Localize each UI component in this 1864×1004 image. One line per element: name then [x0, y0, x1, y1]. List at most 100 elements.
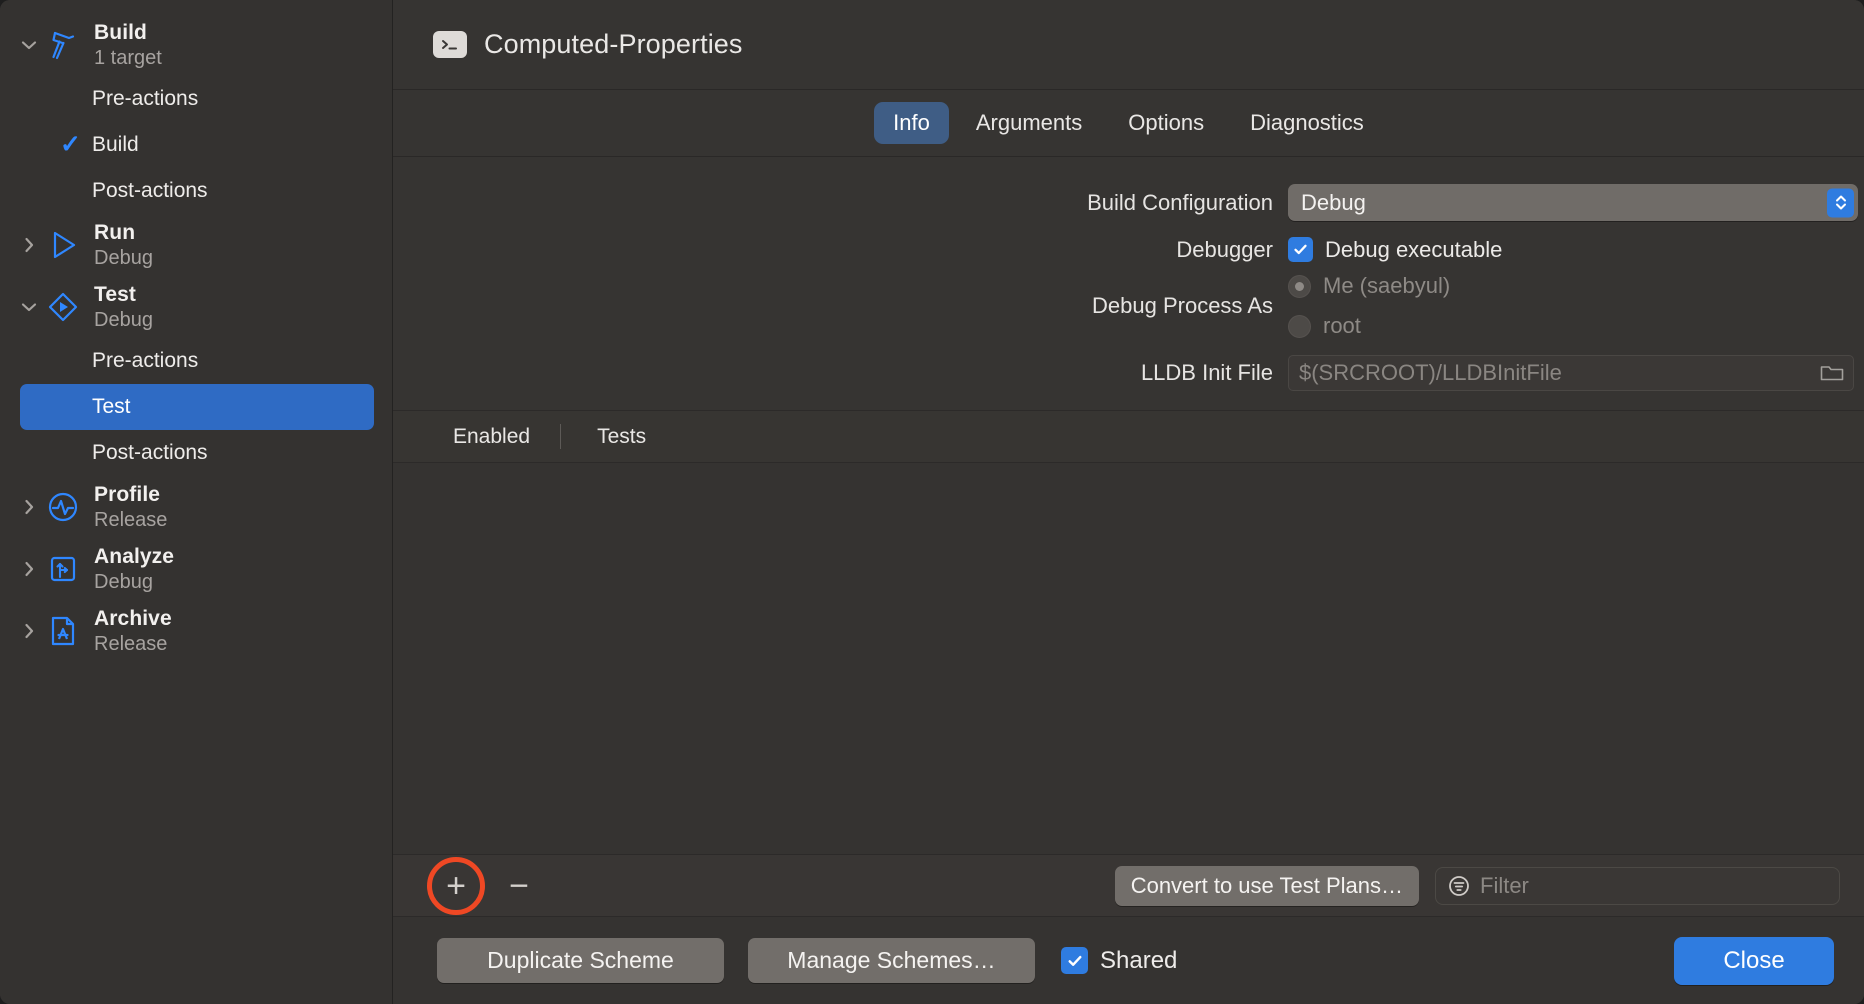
sidebar-subitem-label: Build [92, 133, 139, 156]
minus-icon: − [509, 866, 529, 905]
sidebar-subitem-label: Pre-actions [92, 87, 199, 110]
detail-tabbar: Info Arguments Options Diagnostics [393, 90, 1864, 157]
sidebar-item-build-pre-actions[interactable]: Pre-actions [20, 76, 374, 122]
debug-process-as-row: Debug Process As Me (saebyul) root [393, 273, 1864, 339]
add-test-button[interactable]: + [427, 856, 485, 915]
radio-root-indicator[interactable] [1288, 314, 1311, 338]
sidebar-item-subtitle: Release [94, 508, 168, 531]
radio-root-label: root [1323, 313, 1361, 338]
tab-arguments[interactable]: Arguments [957, 102, 1101, 143]
chevron-right-icon[interactable] [16, 494, 42, 520]
debug-executable-checkbox[interactable] [1288, 237, 1313, 262]
checkmark-icon: ✓ [60, 130, 81, 159]
sidebar-subitem-label: Test [92, 395, 131, 418]
sidebar-group-build: Build 1 target Pre-actions ✓ Build Post-… [0, 14, 392, 214]
sidebar-item-build-post-actions[interactable]: Post-actions [20, 168, 374, 214]
build-configuration-row: Build Configuration Debug [393, 179, 1864, 226]
column-header-tests[interactable]: Tests [561, 411, 646, 462]
sidebar-item-subtitle: Release [94, 632, 168, 655]
sidebar-item-profile[interactable]: Profile Release [0, 476, 392, 538]
tests-list-toolbar: + − Convert to use Test Plans… Filter [393, 854, 1864, 916]
sidebar-item-subtitle: Debug [94, 570, 153, 593]
build-configuration-select[interactable]: Debug [1288, 184, 1858, 221]
lldb-init-file-input[interactable]: $(SRCROOT)/LLDBInitFile [1288, 354, 1854, 391]
remove-test-button[interactable]: − [497, 864, 541, 908]
page-title: Computed-Properties [484, 29, 743, 59]
tests-table-header: Enabled Tests [393, 410, 1864, 463]
chevron-up-down-icon[interactable] [1827, 188, 1854, 217]
sidebar-group-profile: Profile Release [0, 476, 392, 538]
sidebar-item-text: Run Debug [94, 221, 153, 269]
scheme-editor-window: Build 1 target Pre-actions ✓ Build Post-… [0, 0, 1864, 1004]
info-form: Build Configuration Debug Debugger Debug… [393, 157, 1864, 410]
sidebar-item-title: Build [94, 21, 147, 45]
radio-dot-icon [1295, 281, 1304, 291]
filter-input[interactable]: Filter [1435, 866, 1840, 905]
sidebar-item-title: Profile [94, 483, 161, 507]
shared-checkbox[interactable] [1061, 947, 1088, 974]
sidebar-item-test[interactable]: Test Debug [0, 276, 392, 338]
sidebar-group-test: Test Debug Pre-actions Test Post-actions [0, 276, 392, 476]
chevron-right-icon[interactable] [16, 232, 42, 258]
chevron-right-icon[interactable] [16, 618, 42, 644]
play-triangle-icon [42, 224, 84, 266]
sidebar-group-archive: Archive Release [0, 600, 392, 662]
sidebar-item-title: Run [94, 221, 136, 245]
debugger-row: Debugger Debug executable [393, 226, 1864, 273]
dialog-bottom-bar: Duplicate Scheme Manage Schemes… Shared … [393, 916, 1864, 1004]
radio-option-root[interactable]: root [1288, 313, 1450, 339]
tab-options[interactable]: Options [1109, 102, 1223, 143]
radio-me-label: Me (saebyul) [1323, 273, 1451, 298]
chevron-down-icon[interactable] [16, 32, 42, 58]
build-configuration-value: Debug [1301, 189, 1366, 215]
radio-option-me[interactable]: Me (saebyul) [1288, 273, 1450, 299]
close-button[interactable]: Close [1674, 936, 1834, 985]
shared-checkbox-group: Shared [1061, 947, 1177, 975]
sidebar-item-build-build[interactable]: ✓ Build [20, 122, 374, 168]
sidebar-item-analyze[interactable]: Analyze Debug [0, 538, 392, 600]
hammer-icon [42, 24, 84, 66]
convert-to-test-plans-button[interactable]: Convert to use Test Plans… [1114, 865, 1419, 906]
sidebar-item-test-test[interactable]: Test [20, 384, 374, 430]
sidebar-item-text: Archive Release [94, 607, 172, 655]
sidebar-subitem-label: Post-actions [92, 179, 208, 202]
lldb-init-file-placeholder: $(SRCROOT)/LLDBInitFile [1299, 359, 1562, 385]
sidebar-item-text: Test Debug [94, 283, 153, 331]
debugger-control: Debug executable [1288, 237, 1502, 263]
sidebar-item-archive[interactable]: Archive Release [0, 600, 392, 662]
filter-placeholder: Filter [1480, 872, 1529, 898]
sidebar-group-analyze: Analyze Debug [0, 538, 392, 600]
tab-diagnostics[interactable]: Diagnostics [1231, 102, 1383, 143]
chevron-right-icon[interactable] [16, 556, 42, 582]
manage-schemes-button[interactable]: Manage Schemes… [748, 938, 1035, 983]
sidebar-item-build[interactable]: Build 1 target [0, 14, 392, 76]
sidebar-item-subtitle: 1 target [94, 46, 162, 69]
folder-icon[interactable] [1811, 356, 1853, 390]
plus-icon: + [446, 866, 466, 905]
sidebar-item-text: Analyze Debug [94, 545, 174, 593]
debug-process-as-label: Debug Process As [1092, 293, 1273, 318]
sidebar-item-test-post-actions[interactable]: Post-actions [20, 430, 374, 476]
sidebar-group-run: Run Debug [0, 214, 392, 276]
sidebar-item-run[interactable]: Run Debug [0, 214, 392, 276]
tab-info[interactable]: Info [874, 102, 949, 144]
analyze-square-icon [42, 548, 84, 590]
scheme-actions-sidebar: Build 1 target Pre-actions ✓ Build Post-… [0, 0, 393, 1004]
debug-executable-label: Debug executable [1325, 236, 1503, 262]
sidebar-item-test-pre-actions[interactable]: Pre-actions [20, 338, 374, 384]
radio-me-indicator[interactable] [1288, 274, 1311, 298]
archive-document-icon [42, 610, 84, 652]
column-header-enabled[interactable]: Enabled [393, 411, 560, 462]
terminal-icon [433, 31, 467, 58]
lldb-init-file-control: $(SRCROOT)/LLDBInitFile [1288, 354, 1854, 391]
debug-process-as-control: Me (saebyul) root [1288, 273, 1450, 339]
build-configuration-label: Build Configuration [1087, 189, 1273, 215]
scheme-header: Computed-Properties [393, 0, 1864, 90]
build-configuration-control: Debug [1288, 184, 1858, 221]
diamond-play-icon [42, 286, 84, 328]
duplicate-scheme-button[interactable]: Duplicate Scheme [437, 938, 724, 983]
detail-pane: Computed-Properties Info Arguments Optio… [393, 0, 1864, 1004]
chevron-down-icon[interactable] [16, 294, 42, 320]
sidebar-item-text: Profile Release [94, 483, 167, 531]
tests-table-body[interactable] [393, 463, 1864, 854]
